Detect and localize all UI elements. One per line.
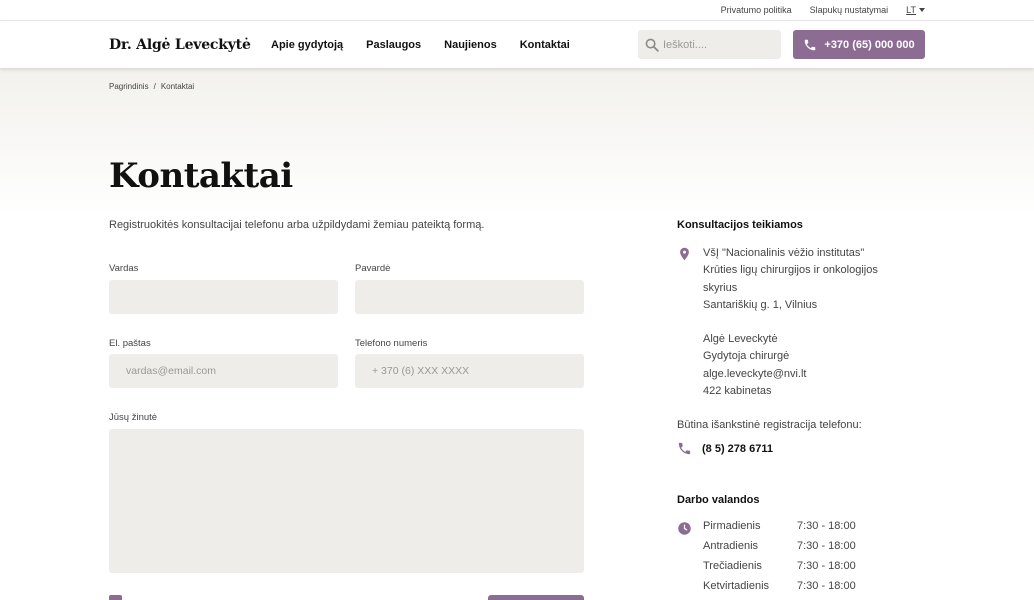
email-label: El. paštas bbox=[109, 338, 151, 349]
address-line: skyrius bbox=[703, 281, 738, 294]
main-nav: Apie gydytoją Paslaugos Naujienos Kontak… bbox=[271, 39, 570, 51]
address-line: Krūties ligų chirurgijos ir onkologijos bbox=[703, 264, 878, 277]
breadcrumb-current: Kontaktai bbox=[160, 82, 195, 91]
page-title: Kontaktai bbox=[109, 156, 293, 196]
doctor-room: 422 kabinetas bbox=[703, 385, 772, 398]
hours-day: Pirmadienis bbox=[703, 520, 761, 532]
hours-time: 7:30 - 18:00 bbox=[797, 560, 856, 572]
header-phone-number: +370 (65) 000 000 bbox=[824, 38, 915, 51]
email-field[interactable] bbox=[109, 354, 338, 388]
phone-icon bbox=[678, 442, 691, 455]
hours-row: Antradienis 7:30 - 18:00 bbox=[703, 540, 856, 560]
nav-about[interactable]: Apie gydytoją bbox=[271, 39, 343, 51]
submit-button[interactable] bbox=[488, 595, 584, 600]
consent-checkbox[interactable] bbox=[109, 595, 122, 600]
main-content: Pagrindinis / Kontaktai Kontaktai Registru… bbox=[0, 68, 1034, 600]
last-name-field[interactable] bbox=[355, 280, 584, 314]
first-name-label: Vardas bbox=[109, 263, 139, 274]
search-box[interactable] bbox=[638, 30, 781, 59]
first-name-field[interactable] bbox=[109, 280, 338, 314]
top-utility-bar: Privatumo politika Slapukų nustatymai LT bbox=[0, 0, 1034, 21]
hours-time: 7:30 - 18:00 bbox=[797, 520, 856, 532]
registration-note: Būtina išankstinė registracija telefonu: bbox=[677, 419, 862, 431]
clock-icon bbox=[678, 522, 691, 535]
hours-day: Trečiadienis bbox=[703, 560, 762, 572]
consent-row bbox=[109, 595, 122, 600]
nav-news[interactable]: Naujienos bbox=[444, 39, 497, 51]
phone-field[interactable] bbox=[355, 354, 584, 388]
location-pin-icon bbox=[680, 247, 689, 261]
language-selector[interactable]: LT bbox=[906, 5, 925, 15]
hours-title: Darbo valandos bbox=[677, 494, 760, 506]
doctor-email[interactable]: alge.leveckyte@nvi.lt bbox=[703, 366, 878, 383]
message-label: Jūsų žinutė bbox=[109, 412, 158, 423]
caret-down-icon bbox=[919, 8, 925, 12]
language-code: LT bbox=[906, 5, 916, 15]
hours-block: Pirmadienis 7:30 - 18:00 Antradienis 7:30 … bbox=[677, 520, 856, 600]
message-field[interactable] bbox=[109, 429, 584, 573]
registration-phone[interactable]: (8 5) 278 6711 bbox=[677, 441, 773, 456]
doctor-title: Gydytoja chirurgė bbox=[703, 350, 790, 363]
registration-phone-number: (8 5) 278 6711 bbox=[702, 442, 773, 455]
phone-icon bbox=[805, 39, 816, 50]
hours-day: Antradienis bbox=[703, 540, 759, 552]
hours-time: 7:30 - 18:00 bbox=[797, 580, 856, 592]
doctor-name: Algė Leveckytė bbox=[703, 333, 778, 346]
search-icon bbox=[645, 38, 659, 52]
search-input[interactable] bbox=[663, 38, 773, 51]
hours-table: Pirmadienis 7:30 - 18:00 Antradienis 7:30 … bbox=[703, 520, 856, 600]
hours-time: 7:30 - 18:00 bbox=[797, 540, 856, 552]
nav-contacts[interactable]: Kontaktai bbox=[520, 39, 570, 51]
address-block: VšĮ "Nacionalinis vėžio institutas" Krūt… bbox=[677, 245, 878, 400]
address-line: VšĮ "Nacionalinis vėžio institutas" bbox=[703, 247, 865, 259]
breadcrumb-home[interactable]: Pagrindinis bbox=[109, 82, 149, 91]
header-phone-button[interactable]: +370 (65) 000 000 bbox=[793, 30, 925, 59]
page-intro: Registruokitės konsultacijai telefonu ar… bbox=[109, 219, 485, 231]
privacy-policy-link[interactable]: Privatumo politika bbox=[721, 5, 792, 15]
address-line: Santariškių g. 1, Vilnius bbox=[703, 298, 818, 311]
address-lines: VšĮ "Nacionalinis vėžio institutas" Krūt… bbox=[703, 245, 878, 400]
site-header: Dr. Algė Leveckytė Apie gydytoją Paslaug… bbox=[0, 21, 1034, 68]
site-logo[interactable]: Dr. Algė Leveckytė bbox=[109, 37, 271, 53]
hours-row: Pirmadienis 7:30 - 18:00 bbox=[703, 520, 856, 540]
breadcrumb: Pagrindinis / Kontaktai bbox=[109, 82, 194, 91]
nav-services[interactable]: Paslaugos bbox=[366, 39, 421, 51]
consult-title: Konsultacijos teikiamos bbox=[677, 219, 803, 231]
hours-row: Trečiadienis 7:30 - 18:00 bbox=[703, 560, 856, 580]
cookie-settings-link[interactable]: Slapukų nustatymai bbox=[810, 5, 889, 15]
hours-row: Ketvirtadienis 7:30 - 18:00 bbox=[703, 580, 856, 600]
breadcrumb-separator: / bbox=[153, 82, 156, 91]
last-name-label: Pavardė bbox=[355, 263, 391, 274]
hours-day: Ketvirtadienis bbox=[703, 580, 770, 592]
phone-label: Telefono numeris bbox=[355, 338, 428, 349]
